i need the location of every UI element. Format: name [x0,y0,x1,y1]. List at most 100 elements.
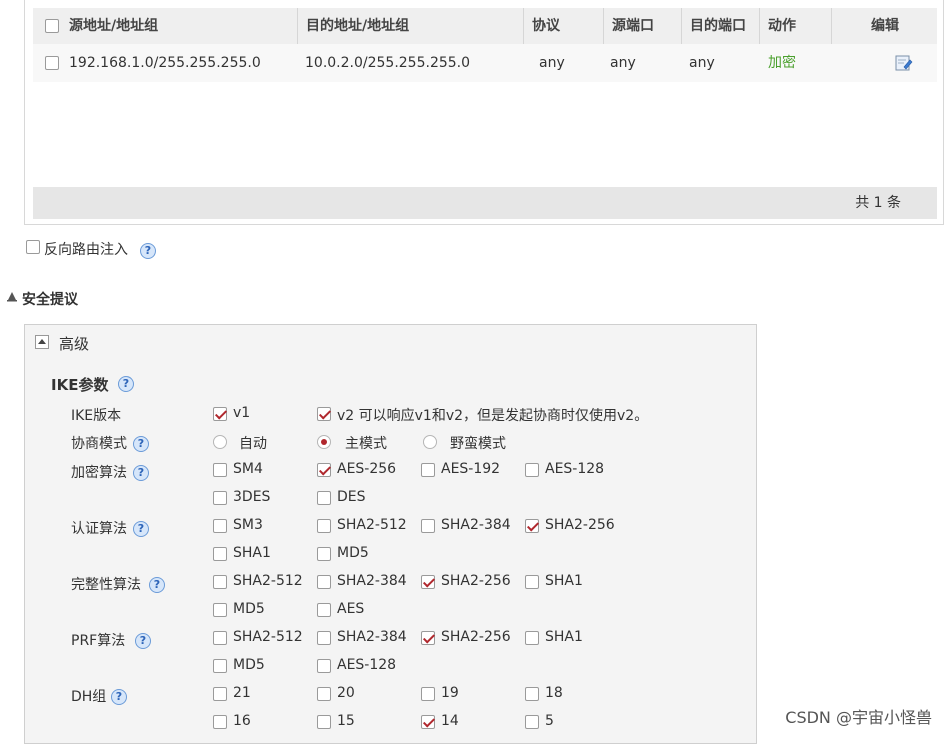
dh-15-checkbox[interactable] [317,715,331,729]
header-dst-port[interactable]: 目的端口 [681,8,746,44]
enc-aes192-label: AES-192 [441,461,501,477]
integrity-help-icon[interactable]: ? [149,577,165,593]
dh-19-checkbox[interactable] [421,687,435,701]
prf-sha2-384-checkbox[interactable] [317,631,331,645]
prf-sha2-256-checkbox[interactable] [421,631,435,645]
mode-aggressive-label: 野蛮模式 [450,436,506,452]
ike-v1-label: v1 [233,405,251,421]
dh-21-label: 21 [233,685,251,701]
prf-sha2-512-checkbox[interactable] [213,631,227,645]
ike-params-title: IKE参数 [51,376,109,394]
enc-sm4-label: SM4 [233,461,263,477]
dh-14-label: 14 [441,713,459,729]
auth-sha2-512-checkbox[interactable] [317,519,331,533]
integrity-label: 完整性算法 [71,577,141,593]
encryption-label: 加密算法 [71,465,127,481]
enc-sm4-checkbox[interactable] [213,463,227,477]
int-sha2-512-checkbox[interactable] [213,575,227,589]
section-title: 安全提议 [22,292,78,308]
row-protocol: any [539,55,565,71]
dh-label: DH组 [71,689,107,705]
dh-20-label: 20 [337,685,355,701]
select-all-checkbox[interactable] [45,19,59,33]
section-icon [6,290,18,302]
int-aes-label: AES [337,601,365,617]
watermark-text: CSDN @宇宙小怪兽 [785,708,932,727]
dh-19-label: 19 [441,685,459,701]
dh-18-checkbox[interactable] [525,687,539,701]
auth-sha2-384-checkbox[interactable] [421,519,435,533]
row-src-port: any [610,55,636,71]
auth-sha2-512-label: SHA2-512 [337,517,407,533]
negotiation-mode-help-icon[interactable]: ? [133,436,149,452]
enc-3des-checkbox[interactable] [213,491,227,505]
policy-table-panel: 源地址/地址组 目的地址/地址组 协议 源端口 目的端口 动作 编辑 192.1… [24,0,944,225]
enc-aes128-label: AES-128 [545,461,605,477]
prf-label: PRF算法 [71,633,126,649]
row-checkbox[interactable] [45,56,59,70]
ike-v2-checkbox[interactable] [317,407,331,421]
mode-aggressive-radio[interactable] [423,435,437,449]
auth-sha1-label: SHA1 [233,545,271,561]
auth-sha2-256-label: SHA2-256 [545,517,615,533]
prf-help-icon[interactable]: ? [135,633,151,649]
prf-sha1-checkbox[interactable] [525,631,539,645]
dh-16-label: 16 [233,713,251,729]
dh-help-icon[interactable]: ? [111,689,127,705]
encryption-help-icon[interactable]: ? [133,465,149,481]
auth-sha2-256-checkbox[interactable] [525,519,539,533]
row-source: 192.168.1.0/255.255.255.0 [69,55,261,71]
mode-auto-radio[interactable] [213,435,227,449]
auth-md5-checkbox[interactable] [317,547,331,561]
dh-20-checkbox[interactable] [317,687,331,701]
dh-21-checkbox[interactable] [213,687,227,701]
int-sha2-256-checkbox[interactable] [421,575,435,589]
reverse-route-checkbox[interactable] [26,240,40,254]
enc-aes128-checkbox[interactable] [525,463,539,477]
ike-params-help-icon[interactable]: ? [118,376,134,392]
header-source[interactable]: 源地址/地址组 [69,8,158,44]
prf-md5-checkbox[interactable] [213,659,227,673]
auth-sha1-checkbox[interactable] [213,547,227,561]
table-header: 源地址/地址组 目的地址/地址组 协议 源端口 目的端口 动作 编辑 [33,8,937,44]
int-aes-checkbox[interactable] [317,603,331,617]
prf-aes128-checkbox[interactable] [317,659,331,673]
int-sha1-checkbox[interactable] [525,575,539,589]
int-sha2-384-checkbox[interactable] [317,575,331,589]
mode-main-radio[interactable] [317,435,331,449]
dh-14-checkbox[interactable] [421,715,435,729]
authentication-label: 认证算法 [71,521,127,537]
header-dest[interactable]: 目的地址/地址组 [297,8,409,44]
dh-5-checkbox[interactable] [525,715,539,729]
header-action[interactable]: 动作 [759,8,796,44]
header-protocol[interactable]: 协议 [523,8,560,44]
dh-15-label: 15 [337,713,355,729]
prf-sha2-384-label: SHA2-384 [337,629,407,645]
enc-aes192-checkbox[interactable] [421,463,435,477]
auth-sm3-checkbox[interactable] [213,519,227,533]
prf-sha2-256-label: SHA2-256 [441,629,511,645]
ike-v2-label: v2 可以响应v1和v2，但是发起协商时仅使用v2。 [337,408,649,424]
dh-16-checkbox[interactable] [213,715,227,729]
ike-v1-checkbox[interactable] [213,407,227,421]
collapse-toggle-icon[interactable] [35,335,49,349]
auth-sha2-384-label: SHA2-384 [441,517,511,533]
reverse-route-help-icon[interactable]: ? [140,243,156,259]
enc-des-checkbox[interactable] [317,491,331,505]
enc-aes256-checkbox[interactable] [317,463,331,477]
enc-3des-label: 3DES [233,489,271,505]
advanced-panel: 高级 IKE参数 ? IKE版本 v1 v2 可以响应v1和v2，但是发起协商时… [24,324,757,744]
int-md5-checkbox[interactable] [213,603,227,617]
edit-icon[interactable] [895,55,913,71]
mode-auto-label: 自动 [239,436,267,452]
header-edit: 编辑 [831,8,938,44]
dh-18-label: 18 [545,685,563,701]
record-count: 共 1 条 [855,195,901,211]
header-src-port[interactable]: 源端口 [603,8,654,44]
int-sha2-512-label: SHA2-512 [233,573,303,589]
negotiation-mode-label: 协商模式 [71,436,127,452]
ike-version-label: IKE版本 [71,408,122,424]
table-row[interactable]: 192.168.1.0/255.255.255.0 10.0.2.0/255.2… [33,44,937,82]
authentication-help-icon[interactable]: ? [133,521,149,537]
reverse-route-label: 反向路由注入 [44,242,128,258]
